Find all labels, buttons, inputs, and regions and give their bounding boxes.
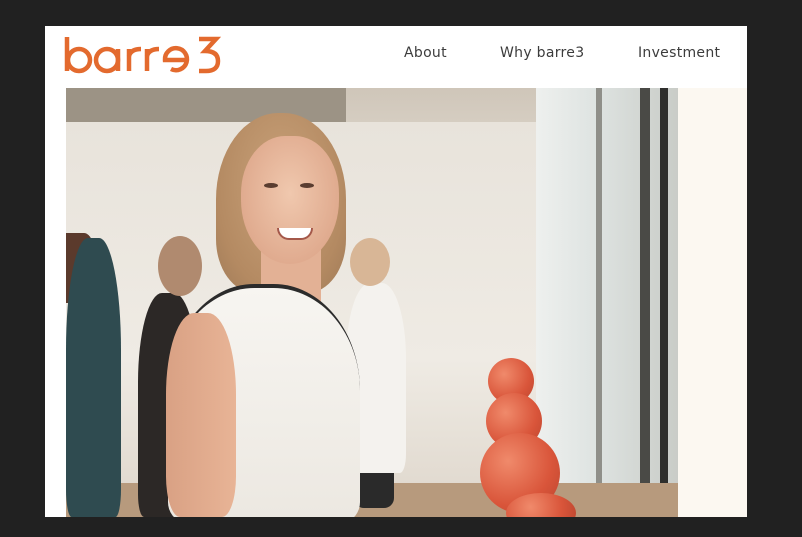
window-frame — [640, 88, 650, 517]
nav-link-about[interactable]: About — [404, 45, 447, 61]
woman-face — [241, 136, 339, 264]
nav-link-why-barre3[interactable]: Why barre3 — [500, 45, 584, 61]
background-person-head — [350, 238, 390, 286]
window-frame — [660, 88, 668, 517]
site-header: barre3 About Why barre3 Investment — [45, 26, 747, 88]
woman-arm — [166, 313, 236, 517]
eye — [264, 183, 278, 188]
barre3-logo-mark — [64, 36, 222, 74]
studio-window — [536, 88, 678, 517]
eye — [300, 183, 314, 188]
nav-link-investment[interactable]: Investment — [638, 45, 720, 61]
background-person-head — [158, 236, 202, 296]
browser-page: barre3 About Why barre3 Investment — [45, 26, 747, 517]
side-panel — [678, 88, 747, 517]
window-frame — [596, 88, 602, 517]
background-person — [66, 238, 121, 517]
hero-image — [66, 88, 678, 517]
